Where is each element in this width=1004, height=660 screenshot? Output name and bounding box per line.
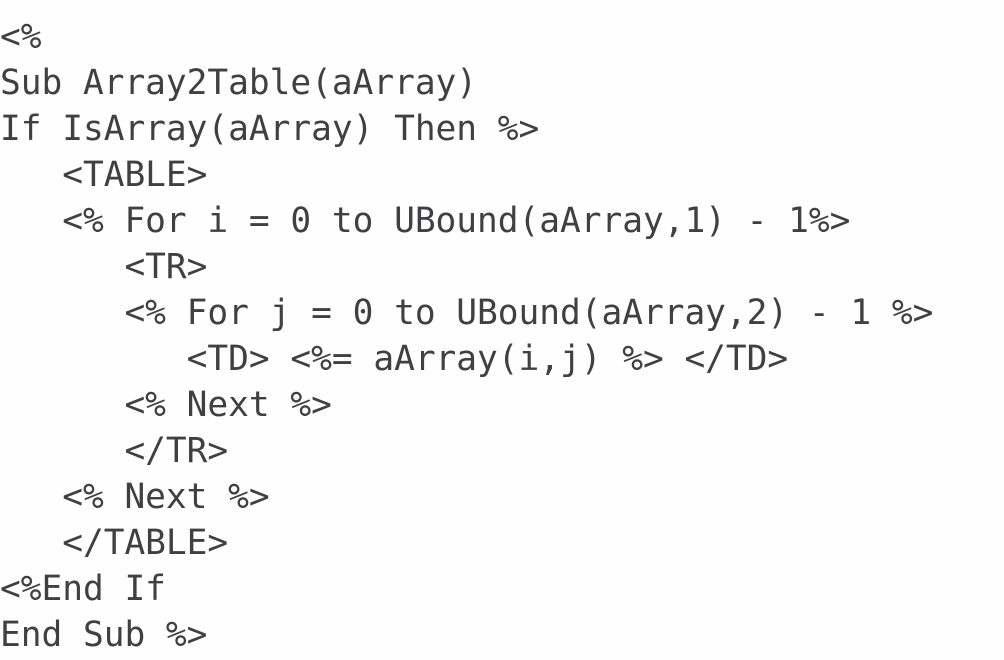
code-block[interactable]: <% Sub Array2Table(aArray) If IsArray(aArr…: [0, 14, 933, 658]
code-line: <TD> <%= aArray(i,j) %> </TD>: [0, 339, 789, 379]
code-line: <% For j = 0 to UBound(aArray,2) - 1 %>: [0, 293, 934, 333]
code-line: <%End If: [0, 569, 166, 609]
code-line: If IsArray(aArray) Then %>: [0, 109, 540, 149]
code-line: Sub Array2Table(aArray): [0, 63, 478, 103]
code-line: End Sub %>: [0, 615, 208, 655]
code-line: <%: [0, 17, 42, 57]
code-line: <% Next %>: [0, 477, 270, 517]
code-line: <% For i = 0 to UBound(aArray,1) - 1%>: [0, 201, 851, 241]
code-content: <% Sub Array2Table(aArray) If IsArray(aArr…: [0, 14, 933, 658]
code-line: </TABLE>: [0, 523, 229, 563]
code-line: <% Next %>: [0, 385, 332, 425]
code-line: </TR>: [0, 431, 229, 471]
code-listing-page: <% Sub Array2Table(aArray) If IsArray(aArr…: [0, 0, 1004, 660]
code-line: <TABLE>: [0, 155, 208, 195]
code-line: <TR>: [0, 247, 208, 287]
